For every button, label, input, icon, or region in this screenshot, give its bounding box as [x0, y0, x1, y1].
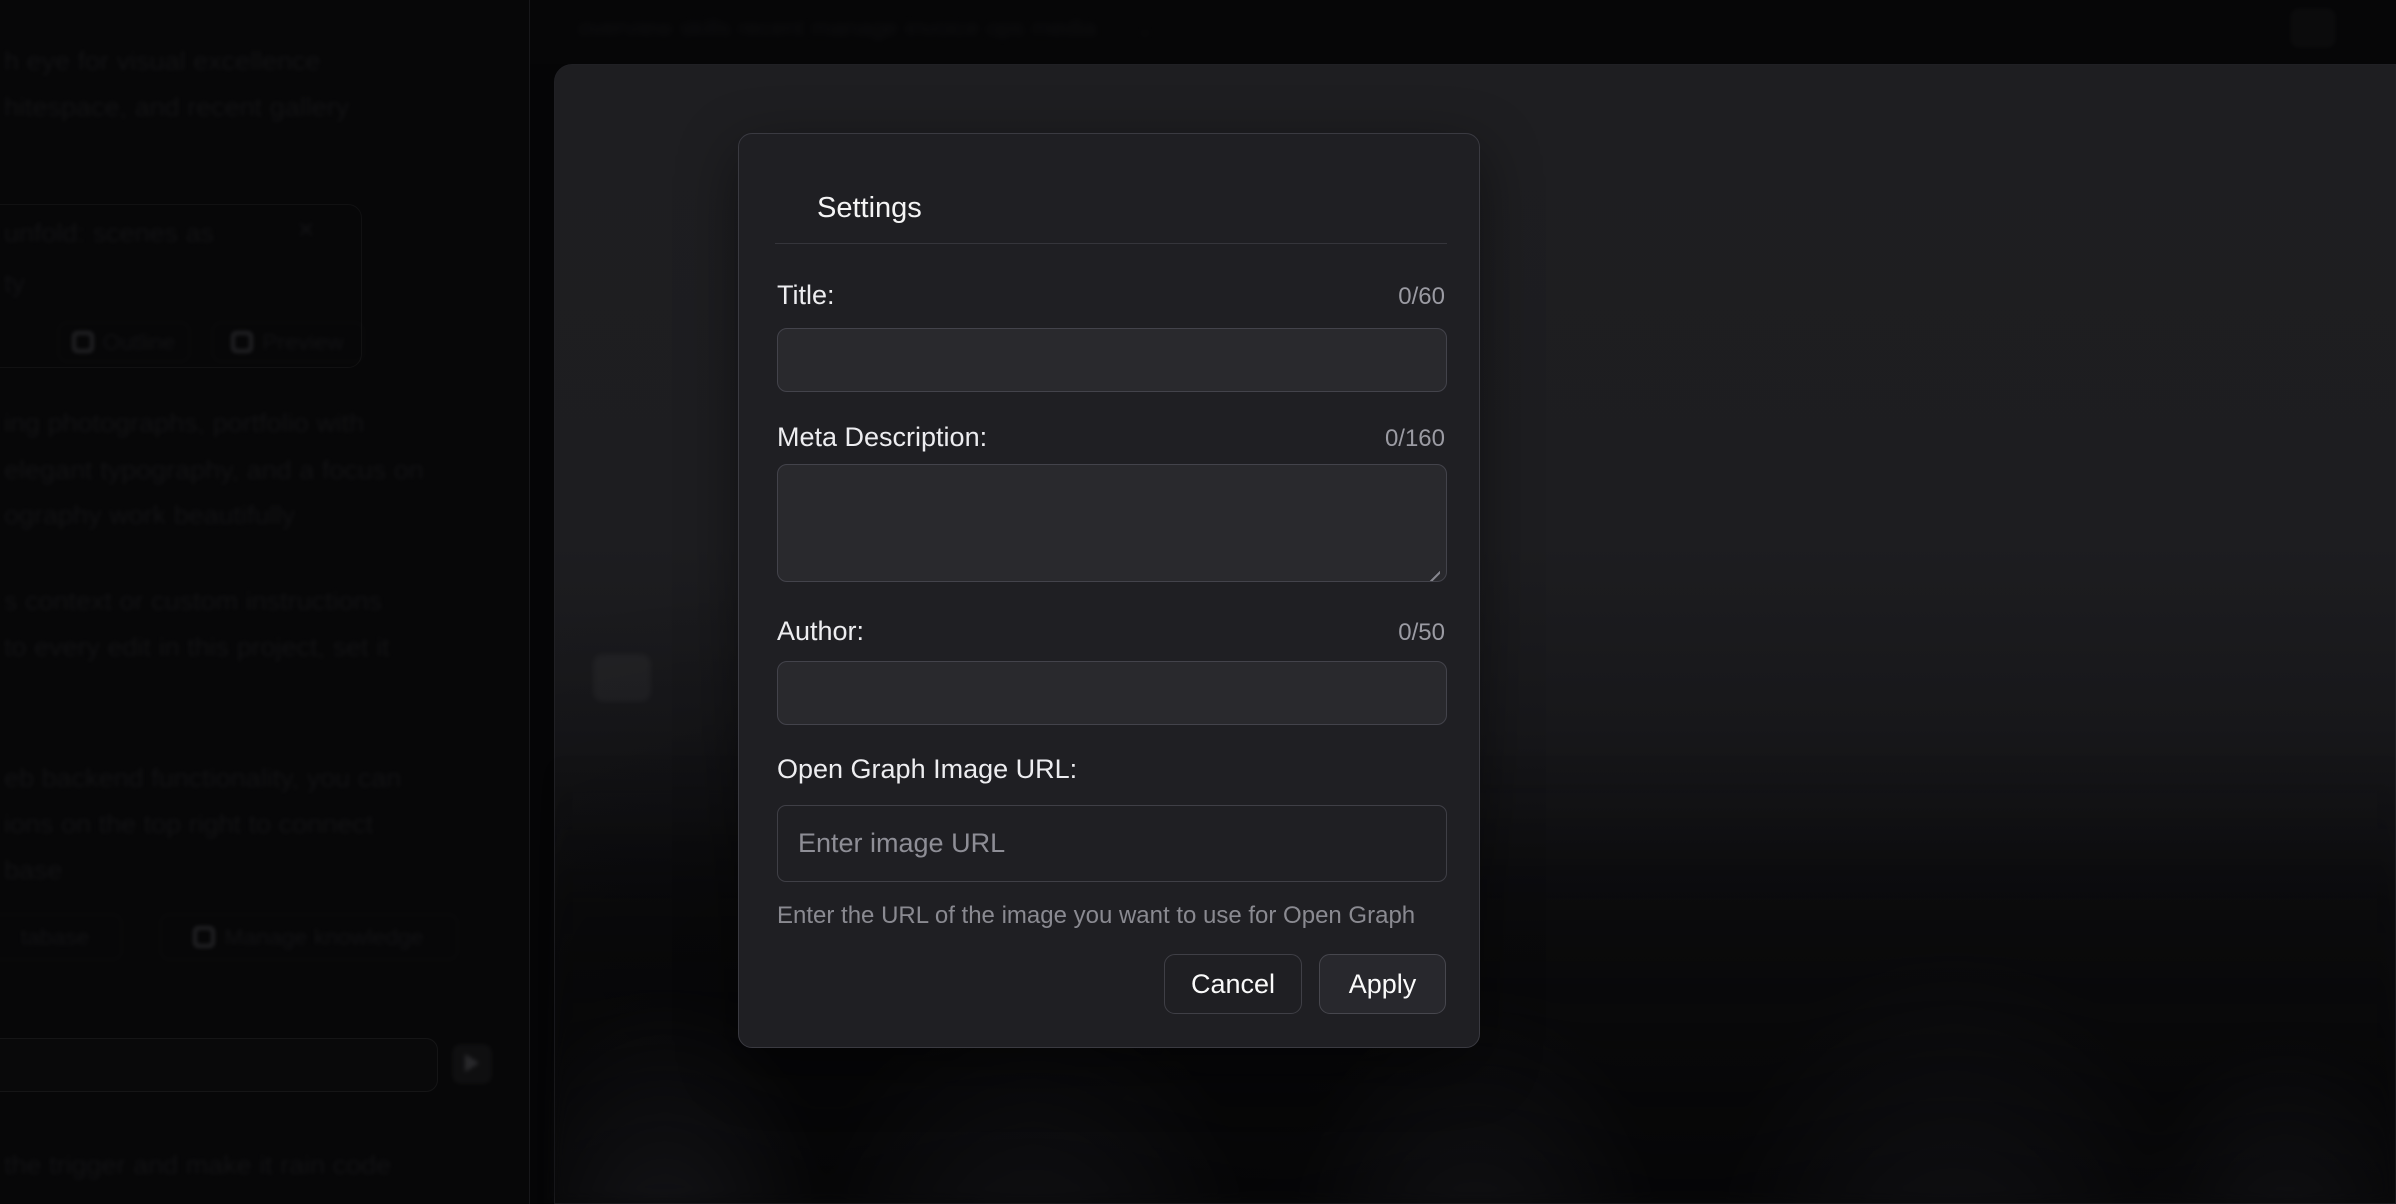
author-counter: 0/50 — [1398, 619, 1445, 647]
dialog-divider — [775, 243, 1447, 244]
og-image-helper-text: Enter the URL of the image you want to u… — [777, 902, 1415, 930]
og-image-url-label: Open Graph Image URL: — [777, 754, 1077, 785]
settings-dialog: Settings Title: 0/60 Meta Description: 0… — [738, 133, 1480, 1048]
cancel-button[interactable]: Cancel — [1164, 954, 1302, 1014]
dialog-title: Settings — [817, 192, 922, 225]
meta-description-label-row: Meta Description: 0/160 — [777, 422, 1445, 453]
og-image-label-row: Open Graph Image URL: — [777, 754, 1445, 785]
author-input[interactable] — [777, 661, 1447, 725]
apply-button[interactable]: Apply — [1319, 954, 1446, 1014]
title-input[interactable] — [777, 328, 1447, 392]
meta-description-counter: 0/160 — [1385, 425, 1445, 453]
og-image-url-input[interactable] — [777, 805, 1447, 882]
author-label-row: Author: 0/50 — [777, 616, 1445, 647]
meta-description-label: Meta Description: — [777, 422, 987, 453]
title-counter: 0/60 — [1398, 283, 1445, 311]
author-label: Author: — [777, 616, 864, 647]
title-label: Title: — [777, 280, 835, 311]
meta-description-textarea[interactable] — [777, 464, 1447, 582]
title-label-row: Title: 0/60 — [777, 280, 1445, 311]
